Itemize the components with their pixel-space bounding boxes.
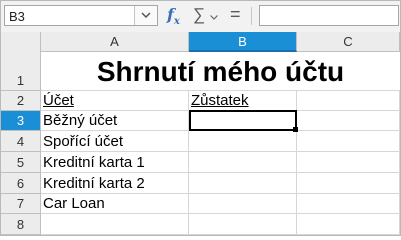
row-header-4[interactable]: 4 <box>1 131 41 152</box>
row-header-8[interactable]: 8 <box>1 214 41 235</box>
cell-b4[interactable] <box>189 131 297 152</box>
column-header-a[interactable]: A <box>41 32 189 52</box>
name-box[interactable]: B3 <box>4 5 158 26</box>
cell-b8[interactable] <box>189 214 297 235</box>
cell-c7[interactable] <box>297 194 400 214</box>
cell-a2[interactable]: Účet <box>41 91 189 111</box>
chevron-down-icon <box>141 12 151 19</box>
cell-a4[interactable]: Spořící účet <box>41 131 189 152</box>
chevron-down-icon[interactable] <box>210 15 218 20</box>
toolbar-separator <box>251 7 252 25</box>
cell-b5[interactable] <box>189 152 297 173</box>
name-box-dropdown-button[interactable] <box>134 6 157 25</box>
row-header-2[interactable]: 2 <box>1 91 41 111</box>
cell-c6[interactable] <box>297 173 400 194</box>
row-header-6[interactable]: 6 <box>1 173 41 194</box>
row-header-7[interactable]: 7 <box>1 194 41 214</box>
select-all-corner[interactable] <box>1 32 41 53</box>
cell-c4[interactable] <box>297 131 400 152</box>
cell-a7[interactable]: Car Loan <box>41 194 189 214</box>
sigma-icon[interactable]: ∑ <box>193 5 205 25</box>
formula-bar: B3 fx ∑ = <box>1 1 400 33</box>
column-header-b[interactable]: B <box>189 32 297 52</box>
row-header-1[interactable]: 1 <box>1 52 41 91</box>
sheet-grid[interactable]: A B C 1 2 3 4 5 6 7 8 Shrnutí mého účtu … <box>1 32 400 235</box>
cell-c5[interactable] <box>297 152 400 173</box>
column-header-c[interactable]: C <box>297 32 400 52</box>
cell-b7[interactable] <box>189 194 297 214</box>
autofill-handle[interactable] <box>293 127 298 132</box>
cell-a8[interactable] <box>41 214 189 235</box>
cell-c3[interactable] <box>297 111 400 131</box>
row-header-3[interactable]: 3 <box>1 111 41 131</box>
name-box-value: B3 <box>9 9 25 24</box>
row-header-5[interactable]: 5 <box>1 152 41 173</box>
cell-c8[interactable] <box>297 214 400 235</box>
fx-icon[interactable]: fx <box>167 5 187 27</box>
spreadsheet-window: B3 fx ∑ = A B C 1 2 3 4 5 6 7 8 Shrnutí … <box>0 0 401 236</box>
cell-a5[interactable]: Kreditní karta 1 <box>41 152 189 173</box>
cell-a6[interactable]: Kreditní karta 2 <box>41 173 189 194</box>
cell-a3[interactable]: Běžný účet <box>41 111 189 131</box>
formula-input[interactable] <box>259 5 399 26</box>
cell-b2[interactable]: Zůstatek <box>189 91 297 111</box>
cell-b6[interactable] <box>189 173 297 194</box>
sheet-title-cell[interactable]: Shrnutí mého účtu <box>41 52 400 91</box>
cell-c2[interactable] <box>297 91 400 111</box>
equals-icon[interactable]: = <box>230 4 241 25</box>
active-cell-cursor[interactable] <box>189 110 297 131</box>
